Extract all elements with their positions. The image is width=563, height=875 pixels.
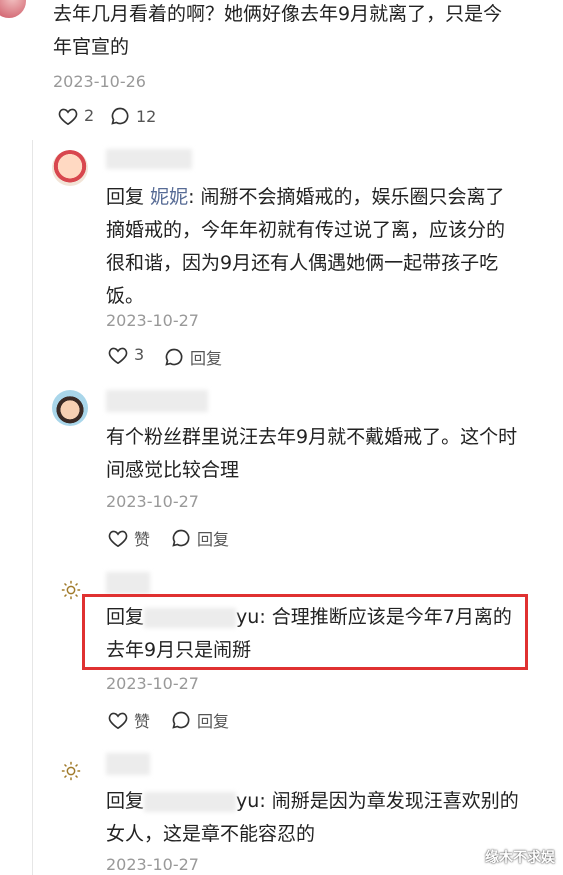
sun-icon[interactable] — [56, 756, 86, 786]
like-button[interactable]: 赞 — [108, 526, 150, 550]
mention-link[interactable] — [144, 791, 237, 812]
mention-link[interactable]: 妮妮 — [150, 186, 188, 208]
heart-icon — [108, 347, 128, 364]
username[interactable] — [106, 753, 150, 775]
heart-icon — [58, 108, 78, 125]
reply-button[interactable]: 回复 — [171, 708, 229, 732]
reply-date: 2023-10-27 — [106, 855, 199, 874]
username[interactable] — [106, 572, 150, 594]
like-button[interactable]: 3 — [108, 345, 144, 364]
mention-link[interactable] — [144, 607, 237, 628]
reply-count: 12 — [136, 106, 157, 126]
username[interactable] — [106, 149, 192, 169]
username[interactable] — [106, 390, 208, 412]
avatar[interactable] — [0, 0, 26, 18]
like-count: 3 — [134, 345, 145, 364]
comment-icon — [111, 107, 129, 125]
reply-text: 有个粉丝群里说汪去年9月就不戴婚戒了。这个时 间感觉比较合理 — [106, 426, 518, 481]
reply-date: 2023-10-27 — [106, 311, 199, 330]
like-button[interactable]: 2 — [58, 106, 94, 125]
comment-icon — [172, 711, 190, 729]
comment-date: 2023-10-26 — [53, 72, 146, 91]
like-count: 2 — [84, 106, 95, 125]
reply-text: 回复 妮妮: 闹掰不会摘婚戒的，娱乐圈只会离了 摘婚戒的，今年年初就有传过说了离… — [106, 186, 506, 307]
watermark: 缘木不求娱 — [485, 850, 555, 866]
heart-icon — [108, 712, 128, 729]
like-button[interactable]: 赞 — [108, 708, 150, 732]
avatar[interactable] — [52, 150, 88, 186]
reply-text: 回复 yu: 闹掰是因为章发现汪喜欢别的 女人，这是章不能容忍的 — [106, 790, 519, 845]
reply-date: 2023-10-27 — [106, 492, 199, 511]
reply-button[interactable]: 回复 — [171, 526, 229, 550]
comment-icon — [165, 348, 183, 366]
comment-icon — [172, 529, 190, 547]
avatar[interactable] — [52, 390, 88, 426]
reply-text: 回复 yu: 合理推断应该是今年7月离的 去年9月只是闹掰 — [106, 606, 512, 661]
thread-line — [32, 140, 33, 875]
heart-icon — [108, 530, 128, 547]
reply-button[interactable]: 回复 — [164, 345, 222, 369]
reply-date: 2023-10-27 — [106, 674, 199, 693]
reply-button[interactable]: 12 — [110, 106, 156, 126]
comment-text: 去年几月看着的啊？她俩好像去年9月就离了，只是今 年官宣的 — [53, 3, 503, 58]
